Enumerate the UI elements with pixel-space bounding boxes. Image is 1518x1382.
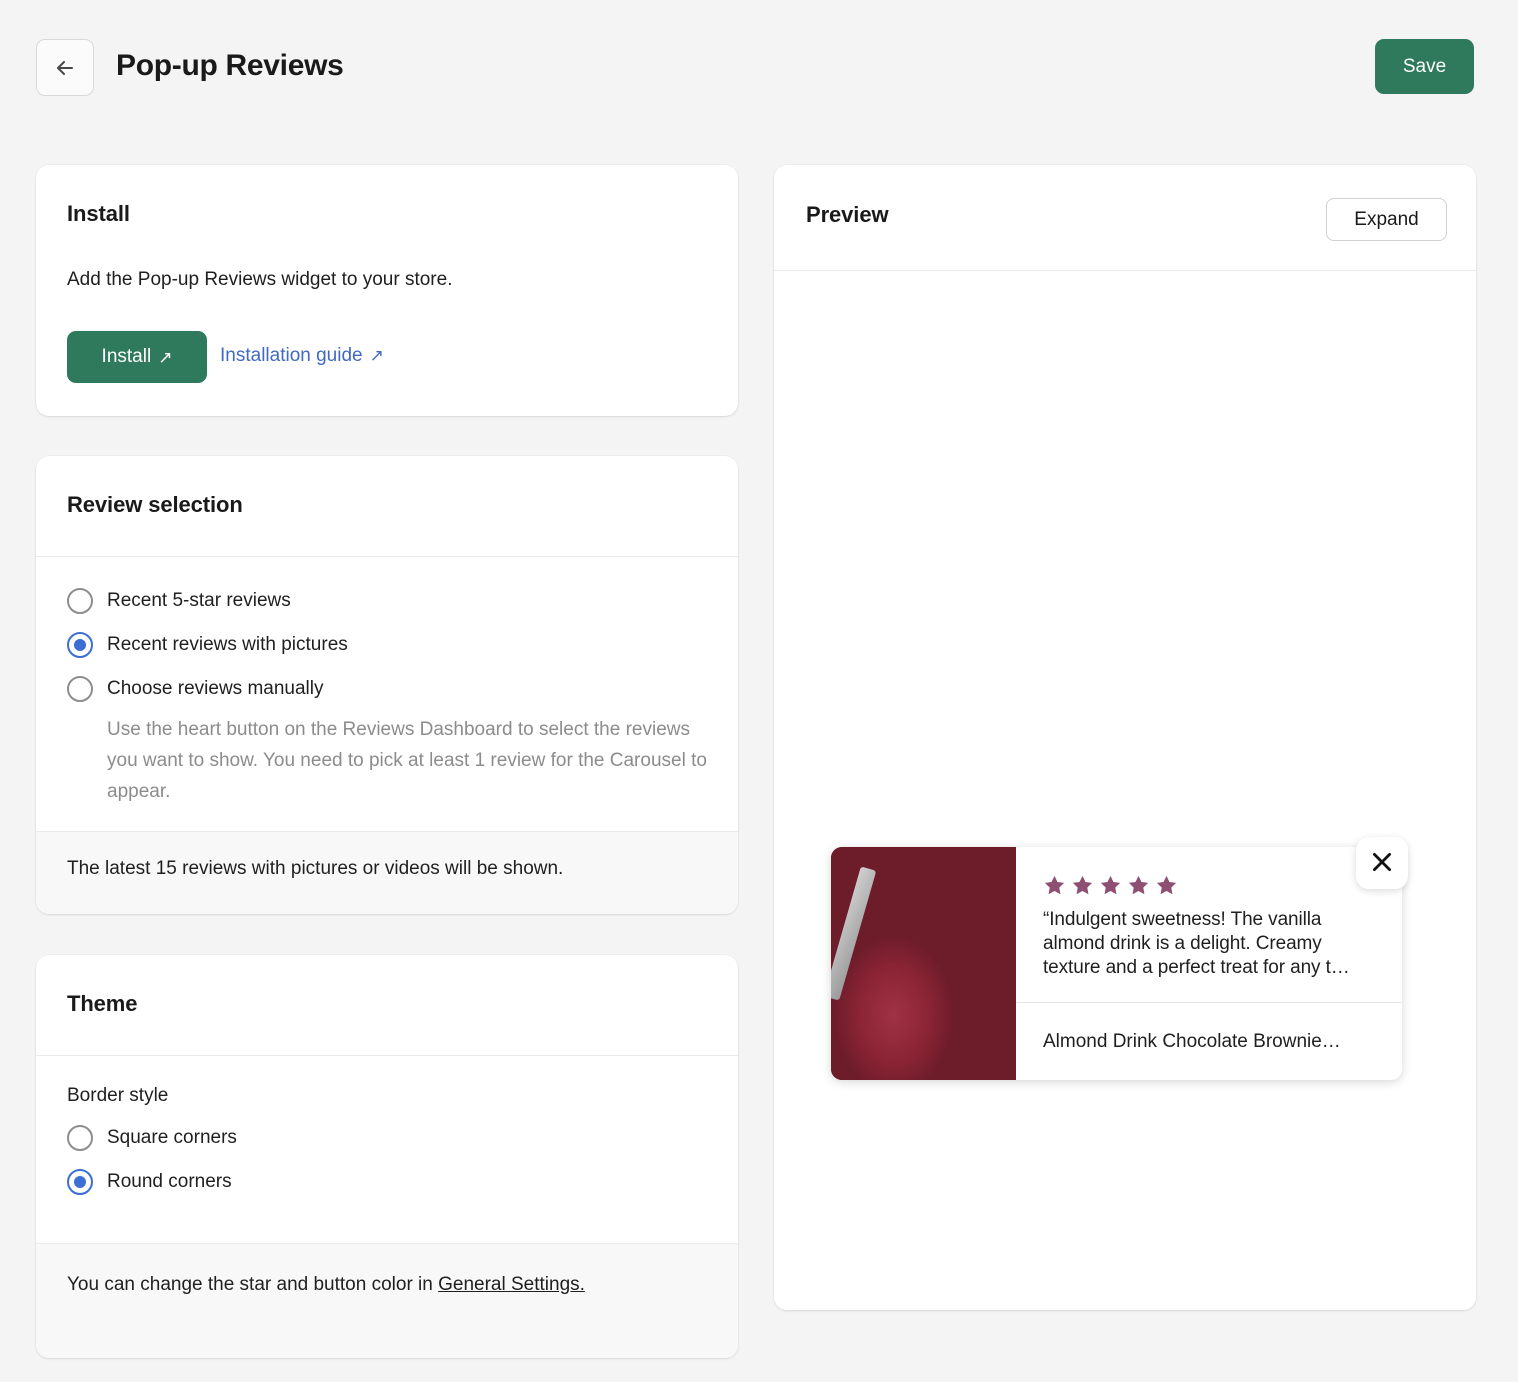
preview-title: Preview bbox=[806, 202, 888, 228]
theme-footer-text: You can change the star and button color… bbox=[67, 1269, 647, 1301]
radio-indicator[interactable] bbox=[67, 1125, 93, 1151]
theme-card: Theme Border style Square corners Round … bbox=[36, 955, 738, 1358]
star-icon bbox=[1127, 874, 1150, 897]
review-selection-footer: The latest 15 reviews with pictures or v… bbox=[36, 831, 738, 914]
install-card: Install Add the Pop-up Reviews widget to… bbox=[36, 165, 738, 416]
review-photo bbox=[831, 847, 1016, 1080]
radio-indicator[interactable] bbox=[67, 1169, 93, 1195]
theme-body: Border style Square corners Round corner… bbox=[67, 1085, 707, 1207]
top-bar: Pop-up Reviews Save bbox=[0, 0, 1518, 133]
star-rating bbox=[1043, 874, 1372, 897]
install-button-label: Install bbox=[102, 346, 152, 368]
theme-footer: You can change the star and button color… bbox=[36, 1243, 738, 1358]
page-title: Pop-up Reviews bbox=[116, 49, 344, 83]
preview-card: Preview Expand bbox=[774, 165, 1476, 1310]
arrow-left-icon bbox=[53, 56, 77, 80]
review-selection-footer-note: The latest 15 reviews with pictures or v… bbox=[67, 858, 563, 880]
save-button[interactable]: Save bbox=[1375, 39, 1474, 94]
review-selection-radio-group: Recent 5-star reviews Recent reviews wit… bbox=[67, 582, 707, 807]
star-icon bbox=[1155, 874, 1178, 897]
install-card-title: Install bbox=[67, 201, 130, 227]
divider bbox=[36, 556, 738, 557]
external-link-arrow-icon: ↗ bbox=[370, 347, 384, 364]
theme-footer-prefix: You can change the star and button color… bbox=[67, 1274, 438, 1295]
installation-guide-link[interactable]: Installation guide ↗ bbox=[220, 345, 384, 367]
divider bbox=[36, 1055, 738, 1056]
review-selection-title: Review selection bbox=[67, 492, 243, 518]
app-page: Pop-up Reviews Save Install Add the Pop-… bbox=[0, 0, 1518, 1382]
radio-label: Recent 5-star reviews bbox=[107, 590, 291, 612]
review-block: “Indulgent sweetness! The vanilla almond… bbox=[1016, 847, 1402, 988]
radio-option-square-corners[interactable]: Square corners bbox=[67, 1119, 707, 1157]
radio-indicator[interactable] bbox=[67, 632, 93, 658]
back-button[interactable] bbox=[36, 39, 94, 96]
radio-option-round-corners[interactable]: Round corners bbox=[67, 1163, 707, 1201]
popup-review-body[interactable]: “Indulgent sweetness! The vanilla almond… bbox=[831, 847, 1402, 1080]
preview-stage: “Indulgent sweetness! The vanilla almond… bbox=[774, 271, 1476, 1310]
star-icon bbox=[1071, 874, 1094, 897]
radio-indicator[interactable] bbox=[67, 676, 93, 702]
popup-close-button[interactable] bbox=[1356, 837, 1408, 889]
close-icon bbox=[1369, 849, 1395, 878]
review-product-name[interactable]: Almond Drink Chocolate Brownie… bbox=[1016, 1003, 1402, 1080]
expand-button[interactable]: Expand bbox=[1326, 198, 1447, 241]
radio-indicator[interactable] bbox=[67, 588, 93, 614]
install-button[interactable]: Install ↗ bbox=[67, 331, 207, 383]
review-selection-card: Review selection Recent 5-star reviews R… bbox=[36, 456, 738, 914]
radio-label: Round corners bbox=[107, 1171, 232, 1193]
radio-option-recent-with-pictures[interactable]: Recent reviews with pictures bbox=[67, 626, 707, 664]
general-settings-link[interactable]: General Settings. bbox=[438, 1274, 585, 1295]
star-icon bbox=[1099, 874, 1122, 897]
review-text: “Indulgent sweetness! The vanilla almond… bbox=[1043, 908, 1372, 980]
radio-option-recent-5-star[interactable]: Recent 5-star reviews bbox=[67, 582, 707, 620]
installation-guide-label: Installation guide bbox=[220, 345, 363, 367]
popup-review-content: “Indulgent sweetness! The vanilla almond… bbox=[1016, 847, 1402, 1080]
external-link-arrow-icon: ↗ bbox=[158, 349, 172, 366]
border-style-label: Border style bbox=[67, 1085, 707, 1107]
radio-label: Recent reviews with pictures bbox=[107, 634, 348, 656]
popup-review-widget: “Indulgent sweetness! The vanilla almond… bbox=[831, 837, 1402, 1080]
manual-selection-help-text: Use the heart button on the Reviews Dash… bbox=[107, 714, 707, 807]
radio-label: Square corners bbox=[107, 1127, 237, 1149]
theme-card-title: Theme bbox=[67, 991, 137, 1017]
radio-label: Choose reviews manually bbox=[107, 678, 324, 700]
star-icon bbox=[1043, 874, 1066, 897]
install-description: Add the Pop-up Reviews widget to your st… bbox=[67, 269, 452, 291]
radio-option-choose-manually[interactable]: Choose reviews manually bbox=[67, 670, 707, 708]
